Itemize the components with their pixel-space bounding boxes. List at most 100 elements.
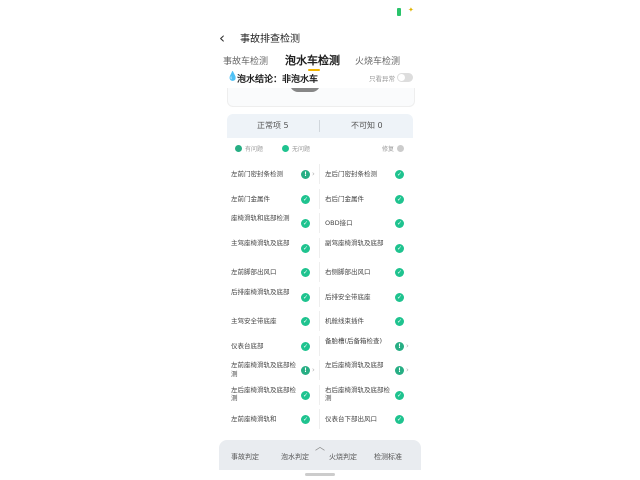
flood-conclusion: 泡水结论：非泡水车: [237, 75, 319, 85]
check-item-label: 主驾座椅滑轨及底部: [231, 238, 290, 247]
bottom-bar: ︿ 事故判定 泡水判定 火烧判定 检测标准: [219, 440, 421, 470]
flood-summary: 💧 泡水结论：非泡水车 只看异常: [213, 72, 427, 86]
check-icon: ✓: [395, 390, 404, 400]
check-item-label: 仪表台底部: [231, 341, 264, 350]
check-item[interactable]: 右后门金属件 ✓: [321, 187, 413, 212]
check-item-label: 左前门金属件: [231, 194, 270, 203]
check-grid: 左前门密封条检测! › 左后门密封条检测 ✓ 左前门金属件 ✓ 右后门金属件 ✓ 座椅滑轨和底部…: [227, 162, 413, 432]
check-item[interactable]: 仪表台下部出风口 ✓: [321, 407, 413, 432]
stats-divider: [319, 120, 320, 132]
check-item-label: 右后门金属件: [325, 194, 364, 203]
legend-issue-icon: [235, 145, 242, 152]
check-item-label: 后排座椅滑轨及底部: [231, 287, 290, 296]
check-item[interactable]: 左前座椅滑轨及底部检测! ›: [227, 358, 319, 383]
check-item-label: 右侧脚部出风口: [325, 268, 371, 276]
check-row: 主驾安全带底座 ✓ 机舱线束插件 ✓: [227, 309, 413, 334]
info-icon: !: [301, 366, 310, 375]
check-item-label: 左前座椅滑轨及底部检测: [231, 361, 296, 378]
legend: 有问题 无问题 修复: [227, 142, 413, 156]
check-item[interactable]: 左后门密封条检测 ✓: [321, 162, 413, 187]
bottom-item-flood[interactable]: 泡水判定: [281, 452, 309, 462]
check-icon: ✓: [301, 390, 310, 400]
check-row: 左前门金属件 ✓ 右后门金属件 ✓: [227, 187, 413, 212]
tab-flood[interactable]: 泡水车检测: [285, 52, 340, 68]
column-divider: [319, 213, 320, 233]
check-item-label: 备胎槽(后备箱检查): [325, 336, 383, 345]
bottom-item-standard[interactable]: 检测标准: [374, 452, 402, 462]
chevron-right-icon[interactable]: ›: [312, 366, 315, 374]
car-image: [290, 88, 320, 92]
check-item-label: 主驾安全带底座: [231, 317, 277, 325]
page-title: 事故排查检测: [240, 34, 300, 45]
check-item[interactable]: 仪表台底部 ✓: [227, 334, 319, 359]
legend-ok-icon: [282, 145, 289, 152]
check-icon: ✓: [395, 415, 404, 424]
home-indicator: [305, 473, 335, 476]
check-item[interactable]: 主驾安全带底座 ✓: [227, 309, 319, 334]
check-row: 仪表台底部 ✓ 备胎槽(后备箱检查)! ›: [227, 334, 413, 359]
app-screen: ✦ ‹ 事故排查检测 事故车检测 泡水车检测 火烧车检测 💧 泡水结论：非泡水车…: [213, 0, 427, 480]
info-icon: !: [301, 170, 310, 179]
check-icon: ✓: [395, 170, 404, 179]
bottom-item-fire[interactable]: 火烧判定: [329, 452, 357, 462]
check-item[interactable]: 左后座椅滑轨及底部检测 ✓: [227, 383, 319, 408]
unknown-count: 不可知 0: [351, 121, 383, 130]
legend-repair-icon: [397, 145, 404, 152]
check-item[interactable]: 主驾座椅滑轨及底部 ✓: [227, 236, 319, 261]
chevron-right-icon[interactable]: ›: [312, 170, 315, 178]
check-icon: ✓: [395, 243, 404, 253]
check-icon: ✓: [395, 268, 404, 277]
check-item[interactable]: 右侧脚部出风口 ✓: [321, 260, 413, 285]
abnormal-only-toggle[interactable]: [397, 73, 413, 82]
check-item[interactable]: 左前门金属件 ✓: [227, 187, 319, 212]
check-item[interactable]: 左前脚部出风口 ✓: [227, 260, 319, 285]
check-item-label: 左前门密封条检测: [231, 170, 283, 178]
column-divider: [319, 409, 320, 429]
stats-header: 正常项 5 不可知 0: [227, 114, 413, 138]
abnormal-only-label: 只看异常: [369, 75, 395, 83]
check-icon: ✓: [395, 194, 404, 204]
chevron-right-icon[interactable]: ›: [406, 366, 409, 374]
tab-accident[interactable]: 事故车检测: [223, 54, 268, 67]
check-icon: ✓: [301, 317, 310, 326]
check-item[interactable]: 左后座椅滑轨及底部! ›: [321, 358, 413, 383]
check-icon: ✓: [301, 292, 310, 302]
info-icon: !: [395, 341, 404, 351]
column-divider: [319, 360, 320, 380]
legend-issue-label: 有问题: [245, 146, 264, 153]
column-divider: [319, 384, 320, 405]
tab-fire[interactable]: 火烧车检测: [355, 54, 400, 67]
check-item[interactable]: 机舱线束插件 ✓: [321, 309, 413, 334]
status-bar: ✦: [213, 0, 427, 22]
check-item[interactable]: 后排安全带底座 ✓: [321, 285, 413, 310]
check-item[interactable]: 右后座椅滑轨及底部检测 ✓: [321, 383, 413, 408]
check-icon: ✓: [395, 317, 404, 326]
check-item[interactable]: 左前门密封条检测! ›: [227, 162, 319, 187]
check-row: 左前脚部出风口 ✓ 右侧脚部出风口 ✓: [227, 260, 413, 285]
check-row: 左前座椅滑轨及底部检测! › 左后座椅滑轨及底部! ›: [227, 358, 413, 383]
chevron-right-icon[interactable]: ›: [406, 342, 409, 350]
check-item[interactable]: 座椅滑轨和底部检测 ✓: [227, 211, 319, 236]
battery-icon: [397, 8, 401, 16]
chevron-up-icon[interactable]: ︿: [315, 438, 325, 453]
check-item[interactable]: 备胎槽(后备箱检查)! ›: [321, 334, 413, 359]
check-item-label: 左后座椅滑轨及底部检测: [231, 385, 296, 403]
check-row: 左后座椅滑轨及底部检测 ✓ 右后座椅滑轨及底部检测 ✓: [227, 383, 413, 408]
tab-active-indicator: [308, 69, 320, 71]
normal-count: 正常项 5: [257, 121, 289, 130]
nav-bar: ‹ 事故排查检测: [213, 26, 427, 50]
legend-ok-label: 无问题: [292, 146, 311, 153]
check-item[interactable]: 左前座椅滑轨和 ✓: [227, 407, 319, 432]
bottom-item-accident[interactable]: 事故判定: [231, 452, 259, 462]
column-divider: [319, 286, 320, 307]
check-icon: ✓: [395, 292, 404, 302]
info-icon: !: [395, 366, 404, 375]
check-item[interactable]: 副驾座椅滑轨及底部 ✓: [321, 236, 413, 261]
check-item[interactable]: 后排座椅滑轨及底部 ✓: [227, 285, 319, 310]
check-item-label: 左后座椅滑轨及底部: [325, 361, 384, 369]
column-divider: [319, 164, 320, 184]
back-icon[interactable]: ‹: [219, 28, 225, 48]
check-item-label: 左前座椅滑轨和: [231, 415, 277, 423]
check-item[interactable]: OBD接口 ✓: [321, 211, 413, 236]
check-item-label: 机舱线束插件: [325, 317, 364, 325]
